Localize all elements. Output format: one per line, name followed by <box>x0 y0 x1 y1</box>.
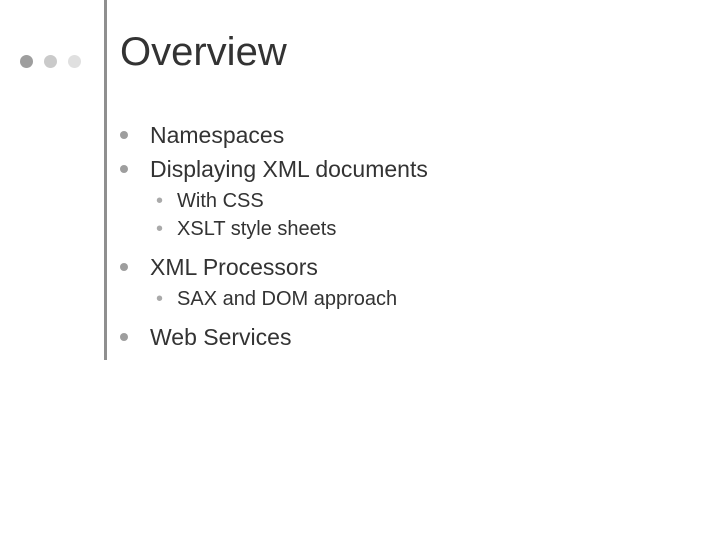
slide-content: Namespaces Displaying XML documents • Wi… <box>120 120 640 356</box>
list-item: XML Processors <box>120 252 640 282</box>
bullet-icon <box>120 131 128 139</box>
slide: Overview Namespaces Displaying XML docum… <box>0 0 720 540</box>
list-item-text: Displaying XML documents <box>150 154 428 184</box>
sub-list-item-text: SAX and DOM approach <box>177 286 397 312</box>
list-item: Namespaces <box>120 120 640 150</box>
list-item-text: XML Processors <box>150 252 318 282</box>
sub-list-item: • XSLT style sheets <box>156 216 640 242</box>
slide-title: Overview <box>120 30 287 75</box>
list-item-text: Web Services <box>150 322 291 352</box>
sub-list-item: • SAX and DOM approach <box>156 286 640 312</box>
sub-list-item-text: XSLT style sheets <box>177 216 336 242</box>
dot-icon <box>68 55 81 68</box>
bullet-icon <box>120 165 128 173</box>
bullet-icon <box>120 333 128 341</box>
sub-list-item-text: With CSS <box>177 188 264 214</box>
dot-icon <box>20 55 33 68</box>
list-item: Displaying XML documents <box>120 154 640 184</box>
list-item: Web Services <box>120 322 640 352</box>
vertical-divider <box>104 0 107 360</box>
decorative-dots <box>20 55 81 68</box>
bullet-icon: • <box>156 287 163 311</box>
bullet-icon <box>120 263 128 271</box>
bullet-icon: • <box>156 189 163 213</box>
sub-list-item: • With CSS <box>156 188 640 214</box>
bullet-icon: • <box>156 217 163 241</box>
dot-icon <box>44 55 57 68</box>
list-item-text: Namespaces <box>150 120 284 150</box>
